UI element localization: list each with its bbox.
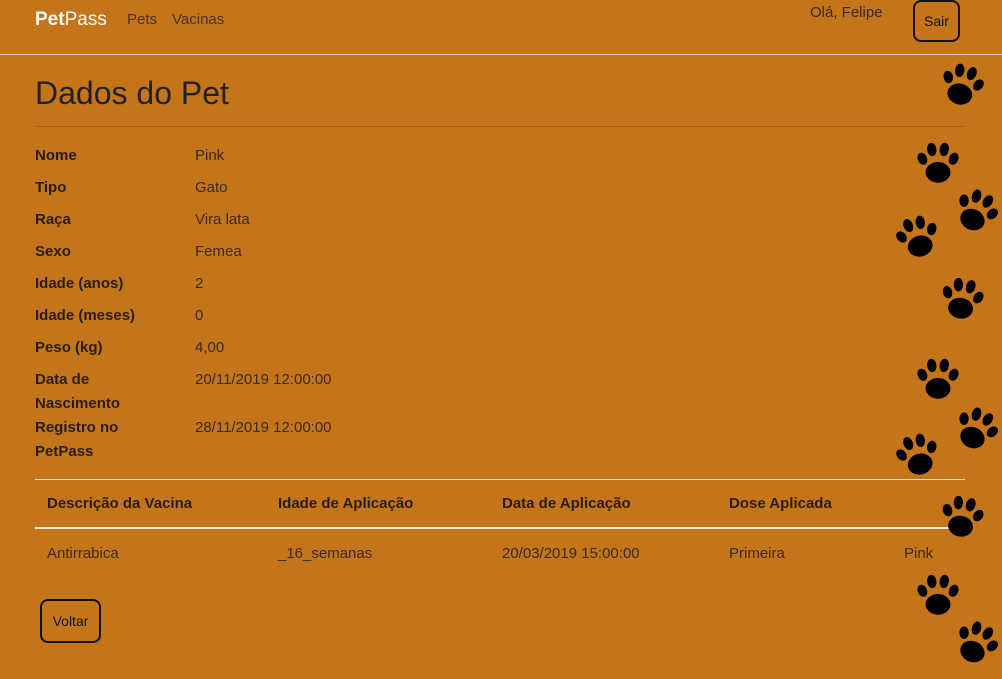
detail-value-idade-anos: 2 [195, 275, 204, 292]
paw-print-icon [912, 354, 964, 406]
nav-link-vacinas[interactable]: Vacinas [172, 11, 224, 28]
paw-print-icon [932, 488, 992, 548]
paw-print-icon [912, 570, 964, 622]
table-cell-dose: Primeira [729, 545, 785, 562]
table-cell-idade: _16_semanas [278, 545, 373, 562]
detail-value-registro: 28/11/2019 12:00:00 [195, 419, 332, 436]
table-top-divider [35, 479, 965, 480]
detail-label-idade-anos: Idade (anos) [35, 275, 124, 292]
title-divider [35, 126, 965, 127]
detail-label-data-nascimento: Data de Nascimento [35, 371, 121, 412]
page-title: Dados do Pet [35, 75, 229, 111]
table-header-divider [35, 527, 965, 529]
detail-value-peso: 4,00 [195, 339, 225, 356]
table-cell-pet: Pink [904, 545, 934, 562]
back-button[interactable]: Voltar [40, 599, 101, 643]
table-cell-data: 20/03/2019 15:00:00 [502, 545, 640, 562]
paw-print-icon [932, 270, 992, 330]
brand-logo[interactable]: PetPass [35, 9, 107, 31]
detail-label-peso: Peso (kg) [35, 339, 103, 356]
detail-value-nome: Pink [195, 147, 225, 164]
paw-print-icon [912, 138, 964, 190]
paw-print-icon [886, 206, 950, 270]
detail-value-sexo: Femea [195, 243, 242, 260]
table-header-idade: Idade de Aplicação [278, 495, 414, 512]
table-header-descricao: Descrição da Vacina [47, 495, 193, 512]
table-header-data: Data de Aplicação [502, 495, 631, 512]
detail-label-registro: Registro no PetPass [35, 419, 119, 460]
detail-value-idade-meses: 0 [195, 307, 204, 324]
detail-label-raca: Raça [35, 211, 71, 228]
detail-label-tipo: Tipo [35, 179, 67, 196]
logout-button[interactable]: Sair [913, 0, 960, 42]
detail-label-sexo: Sexo [35, 243, 71, 260]
detail-value-raca: Vira lata [195, 211, 250, 228]
navbar: PetPass Pets Vacinas Olá, Felipe Sair [0, 0, 1002, 55]
detail-label-idade-meses: Idade (meses) [35, 307, 136, 324]
detail-value-data-nascimento: 20/11/2019 12:00:00 [195, 371, 332, 388]
detail-label-nome: Nome [35, 147, 77, 164]
detail-value-tipo: Gato [195, 179, 228, 196]
table-header-dose: Dose Aplicada [729, 495, 832, 512]
paw-print-icon [930, 54, 994, 118]
table-cell-descricao: Antirrabica [47, 545, 119, 562]
user-greeting: Olá, Felipe [810, 4, 883, 21]
nav-link-pets[interactable]: Pets [127, 11, 157, 28]
